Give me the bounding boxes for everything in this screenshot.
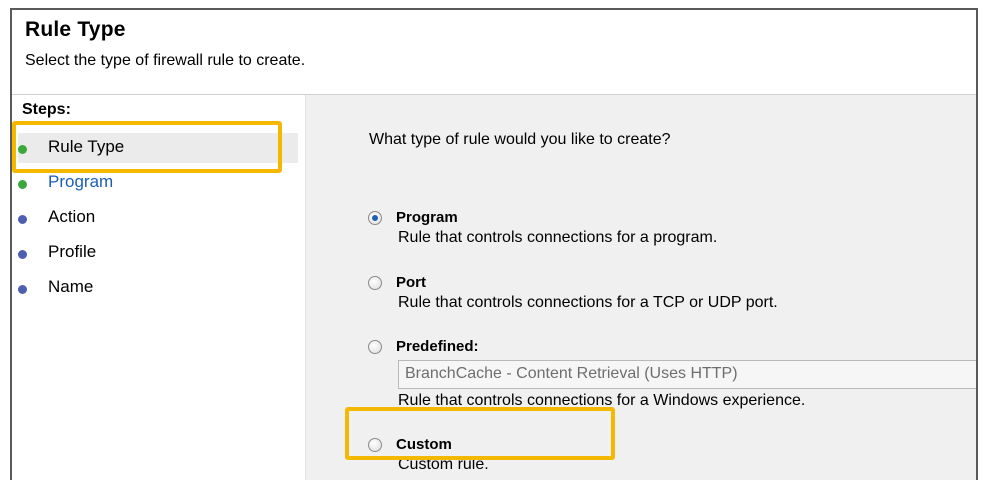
step-label: Profile [48,242,97,261]
option-label: Port [396,274,426,291]
steps-heading: Steps: [22,101,71,118]
step-label: Name [48,277,94,296]
option-description: Rule that controls connections for a TCP… [398,294,778,311]
question-text: What type of rule would you like to crea… [369,131,671,148]
highlight-box-custom [345,407,615,460]
page-title: Rule Type [25,18,126,41]
step-profile[interactable]: Profile [18,238,298,268]
predefined-dropdown[interactable]: BranchCache - Content Retrieval (Uses HT… [398,360,976,389]
step-action[interactable]: Action [18,203,298,233]
program-radio[interactable] [368,211,382,225]
step-name[interactable]: Name [18,273,298,303]
option-description: Rule that controls connections for a pro… [398,229,718,246]
step-status-dot-icon [18,285,27,294]
step-status-dot-icon [18,215,27,224]
port-radio[interactable] [368,276,382,290]
step-status-dot-icon [18,180,27,189]
step-status-dot-icon [18,250,27,259]
predefined-radio[interactable] [368,340,382,354]
option-label: Program [396,209,458,226]
step-label: Program [48,172,114,191]
option-label: Predefined: [396,338,479,355]
step-label: Action [48,207,96,226]
highlight-box-rule-type [12,121,282,173]
wizard-header: Rule Type Select the type of firewall ru… [12,10,976,95]
page-subtitle: Select the type of firewall rule to crea… [25,52,306,69]
